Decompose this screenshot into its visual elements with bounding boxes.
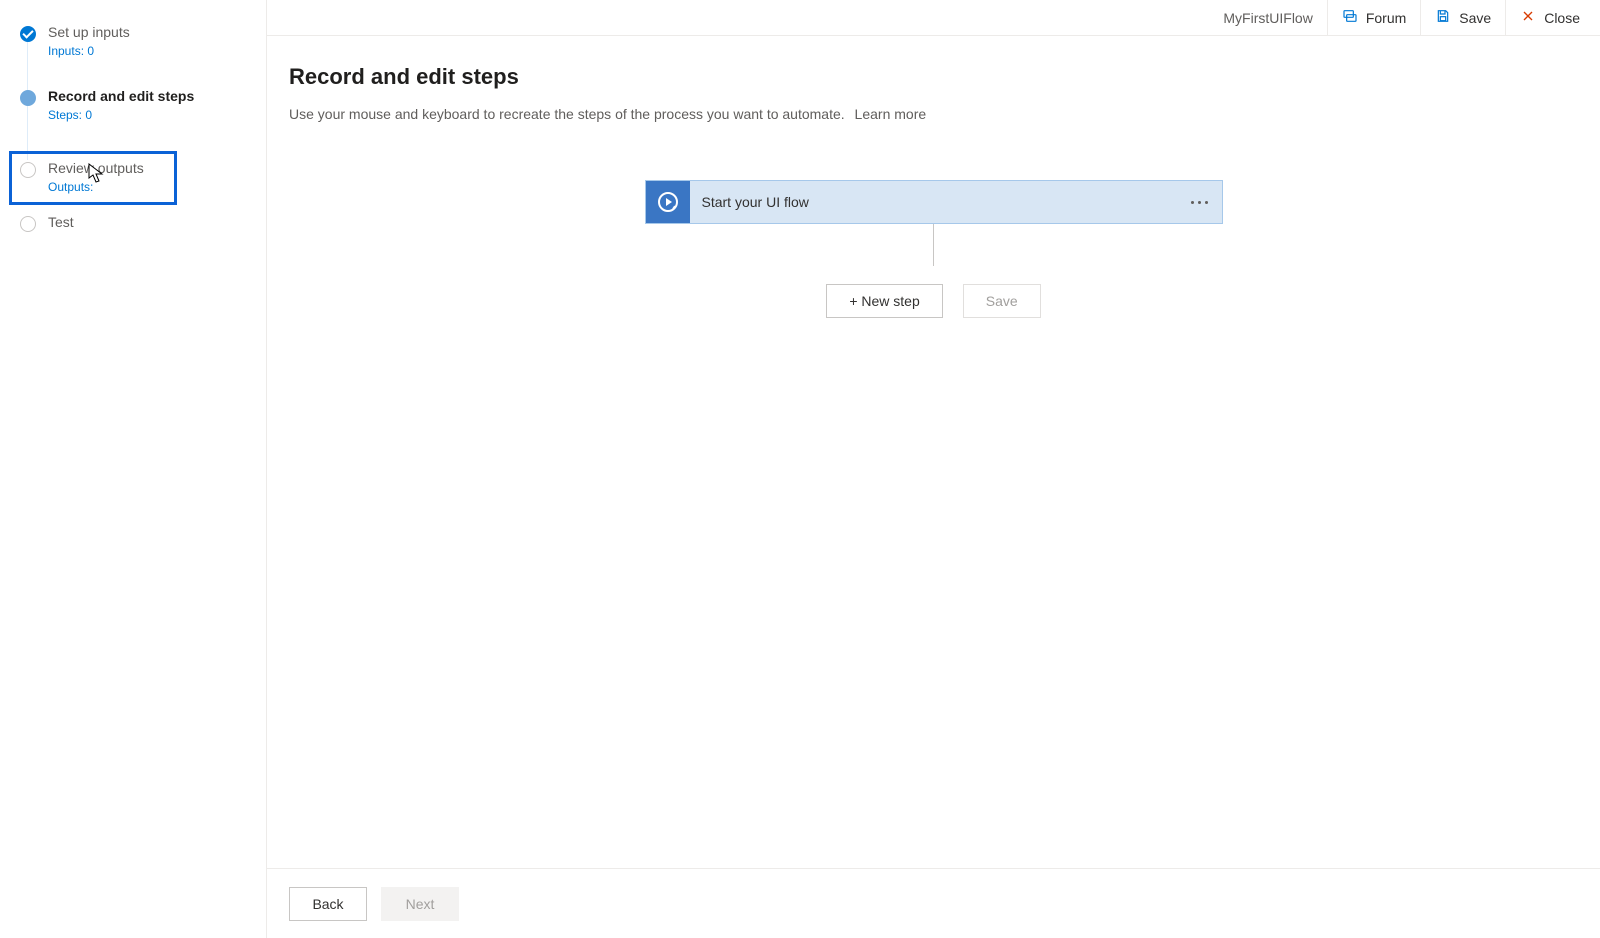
flow-connector-line xyxy=(933,224,934,266)
wizard-step-record-edit[interactable]: Record and edit steps Steps: 0 xyxy=(20,88,266,152)
learn-more-link[interactable]: Learn more xyxy=(855,106,927,122)
save-icon xyxy=(1435,8,1451,27)
flow-canvas: Start your UI flow + New step Save xyxy=(289,180,1600,318)
action-card-more-button[interactable] xyxy=(1178,181,1222,223)
flow-name: MyFirstUIFlow xyxy=(1209,10,1326,26)
wizard-step-setup-inputs[interactable]: Set up inputs Inputs: 0 xyxy=(20,24,266,88)
main-content: Record and edit steps Use your mouse and… xyxy=(267,36,1600,938)
close-button[interactable]: Close xyxy=(1505,0,1594,36)
page-description: Use your mouse and keyboard to recreate … xyxy=(289,106,1600,122)
step-pending-icon xyxy=(20,162,36,178)
action-card-start-ui-flow[interactable]: Start your UI flow xyxy=(645,180,1223,224)
wizard-step-review-outputs[interactable]: Review outputs Outputs: xyxy=(10,152,176,204)
canvas-save-button[interactable]: Save xyxy=(963,284,1041,318)
save-label: Save xyxy=(1459,10,1491,26)
top-toolbar: MyFirstUIFlow Forum Save Close xyxy=(267,0,1600,36)
next-button[interactable]: Next xyxy=(381,887,459,921)
step-pending-icon xyxy=(20,216,36,232)
page-title: Record and edit steps xyxy=(289,64,1600,90)
step-title: Set up inputs xyxy=(48,24,266,40)
close-icon xyxy=(1520,8,1536,27)
back-button[interactable]: Back xyxy=(289,887,367,921)
play-reload-icon xyxy=(646,181,690,223)
new-step-button[interactable]: + New step xyxy=(826,284,942,318)
step-title: Test xyxy=(48,214,266,230)
step-subtitle: Inputs: 0 xyxy=(48,44,266,58)
forum-icon xyxy=(1342,8,1358,27)
wizard-footer: Back Next xyxy=(267,868,1600,938)
step-completed-icon xyxy=(20,26,36,42)
action-card-label: Start your UI flow xyxy=(690,181,1178,223)
save-button[interactable]: Save xyxy=(1420,0,1505,36)
page-description-text: Use your mouse and keyboard to recreate … xyxy=(289,106,845,122)
wizard-sidebar: Set up inputs Inputs: 0 Record and edit … xyxy=(0,0,267,938)
step-title: Record and edit steps xyxy=(48,88,266,104)
forum-button[interactable]: Forum xyxy=(1327,0,1420,36)
step-title: Review outputs xyxy=(48,160,176,176)
close-label: Close xyxy=(1544,10,1580,26)
wizard-step-test[interactable]: Test xyxy=(20,214,266,260)
forum-label: Forum xyxy=(1366,10,1406,26)
step-subtitle: Steps: 0 xyxy=(48,108,266,122)
step-current-icon xyxy=(20,90,36,106)
step-subtitle: Outputs: xyxy=(48,180,176,194)
